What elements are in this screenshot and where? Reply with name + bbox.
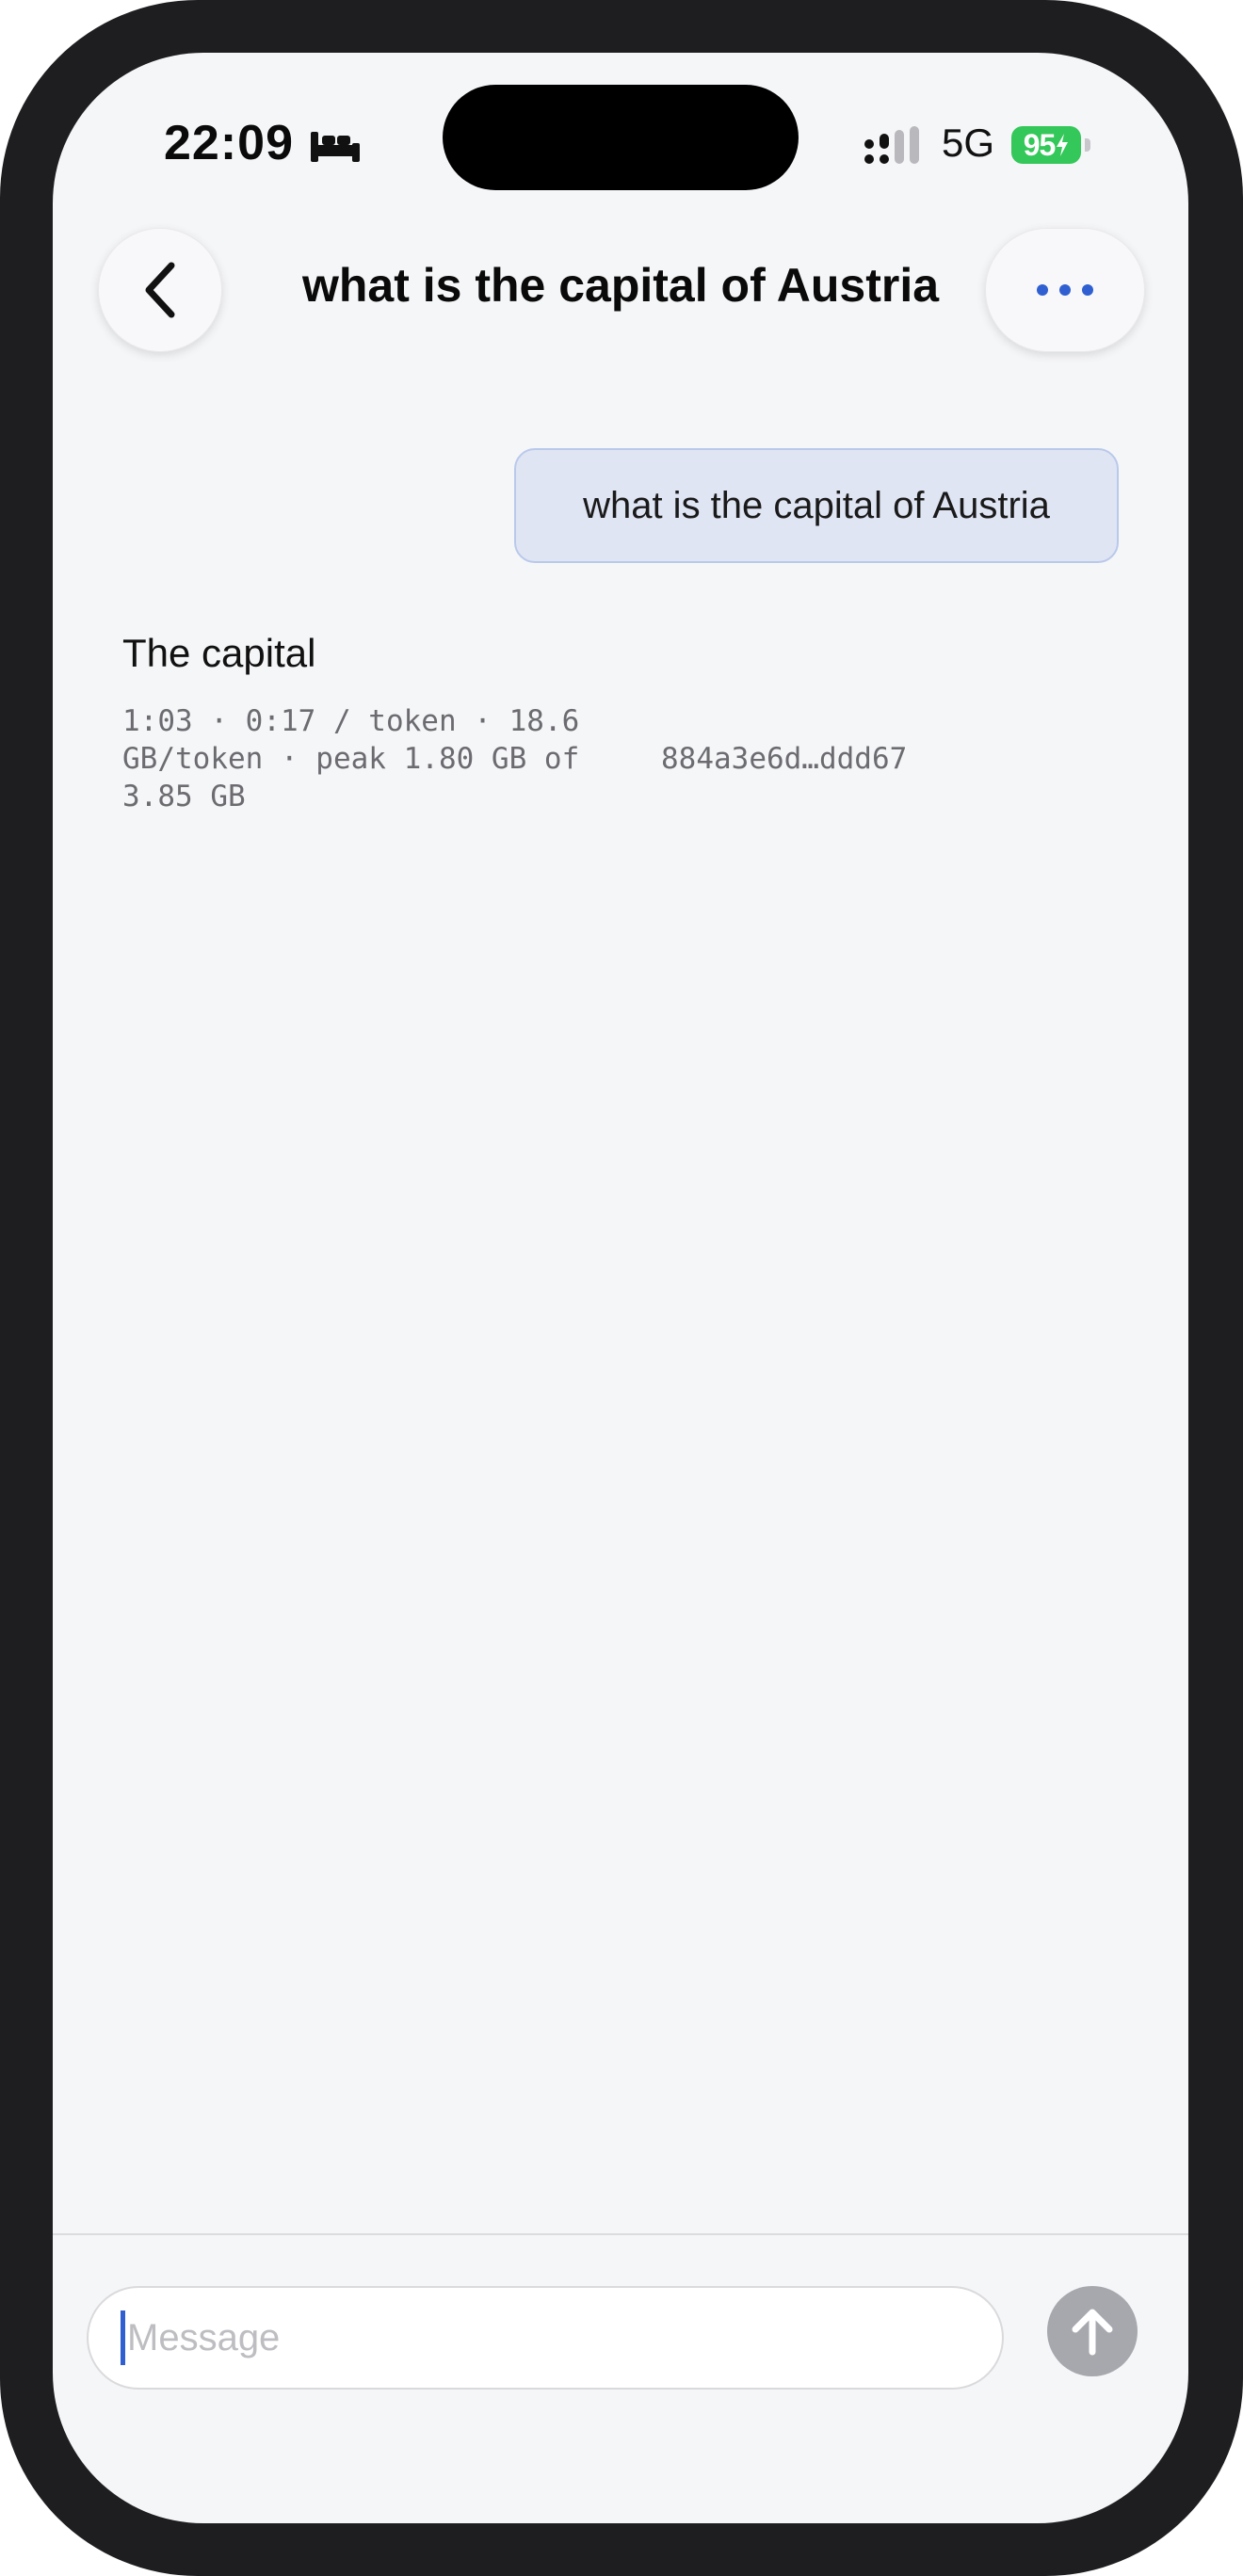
model-hash: 884a3e6d…ddd67	[661, 742, 908, 776]
battery-icon: 95	[1011, 126, 1081, 164]
arrow-up-icon	[1072, 2309, 1113, 2356]
battery-cap	[1085, 138, 1090, 152]
signal-icon	[864, 126, 919, 164]
bolt-icon	[1057, 134, 1069, 156]
network-type: 5G	[942, 121, 995, 165]
ellipsis-icon	[1037, 284, 1093, 296]
send-button[interactable]	[1047, 2286, 1138, 2376]
assistant-message-text: The capital	[122, 631, 316, 675]
chevron-left-icon	[145, 262, 175, 318]
generation-stats: 1:03 · 0:17 / token · 18.6 GB/token · pe…	[122, 704, 580, 813]
message-placeholder: Message	[127, 2316, 281, 2359]
back-button[interactable]	[98, 228, 222, 352]
composer-divider	[53, 2233, 1188, 2235]
phone-frame: 22:09 5G 95 what is the capital of Austr…	[0, 0, 1243, 2576]
status-time: 22:09	[164, 116, 294, 170]
battery-level: 95	[1023, 127, 1057, 162]
bed-icon	[311, 132, 360, 162]
screen: 22:09 5G 95 what is the capital of Austr…	[53, 53, 1188, 2523]
user-message-text: what is the capital of Austria	[583, 484, 1050, 526]
more-options-button[interactable]	[985, 228, 1145, 352]
text-caret	[121, 2310, 125, 2365]
message-input[interactable]: Message	[87, 2286, 1004, 2390]
page-title: what is the capital of Austria	[301, 259, 940, 312]
user-message-bubble[interactable]: what is the capital of Austria	[514, 448, 1119, 563]
dynamic-island	[443, 85, 799, 190]
